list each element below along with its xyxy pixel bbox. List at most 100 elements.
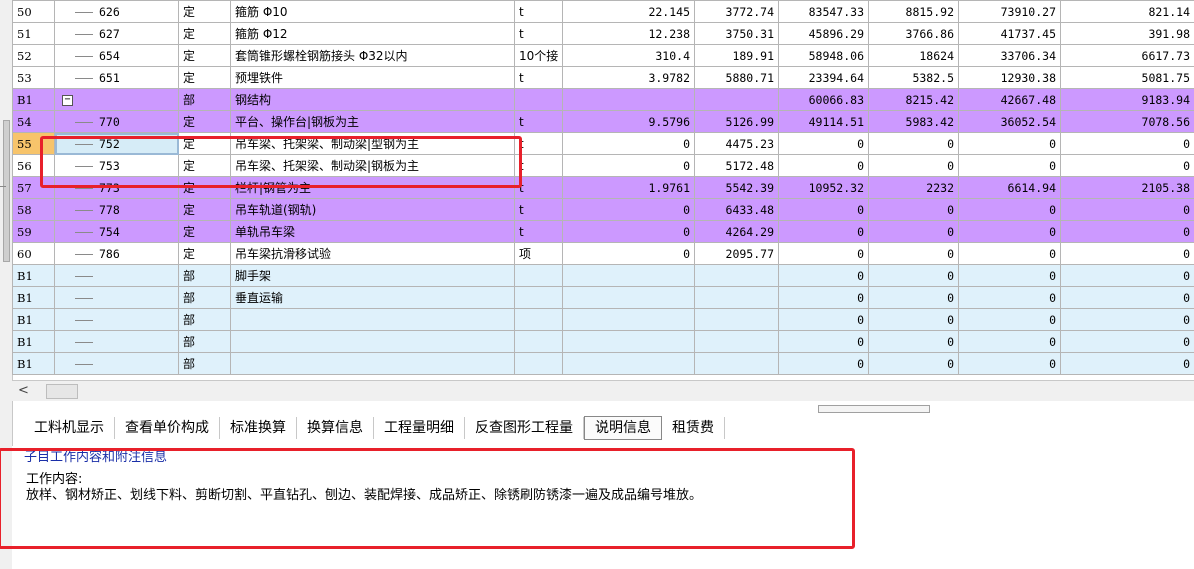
kind-cell[interactable]: 部 [178, 308, 231, 331]
unit-cell[interactable] [514, 308, 563, 331]
code-cell[interactable]: 626 [54, 0, 179, 23]
quota-grid[interactable]: 50 626 定箍筋 Φ10 t 22.145 3772.74 83547.33 8815.9… [12, 0, 1194, 380]
machine-cell[interactable]: 5081.75 [1060, 66, 1194, 89]
quantity-cell[interactable]: 310.4 [562, 44, 695, 67]
labor-cell[interactable]: 0 [868, 198, 959, 221]
row-number[interactable]: 52 [12, 44, 55, 67]
kind-cell[interactable]: 定 [178, 220, 231, 243]
row-number[interactable]: B1 [12, 352, 55, 375]
unit-cell[interactable]: t [514, 66, 563, 89]
labor-cell[interactable]: 0 [868, 242, 959, 265]
unit-price-cell[interactable]: 5880.71 [694, 66, 779, 89]
kind-cell[interactable]: 定 [178, 66, 231, 89]
quantity-cell[interactable] [562, 286, 695, 309]
total-cell[interactable]: 0 [778, 154, 869, 177]
labor-cell[interactable]: 0 [868, 154, 959, 177]
quantity-cell[interactable]: 0 [562, 198, 695, 221]
unit-price-cell[interactable] [694, 264, 779, 287]
labor-cell[interactable]: 5382.5 [868, 66, 959, 89]
total-cell[interactable]: 49114.51 [778, 110, 869, 133]
unit-price-cell[interactable]: 6433.48 [694, 198, 779, 221]
material-cell[interactable]: 0 [958, 220, 1061, 243]
material-cell[interactable]: 0 [958, 242, 1061, 265]
labor-cell[interactable]: 5983.42 [868, 110, 959, 133]
machine-cell[interactable]: 0 [1060, 286, 1194, 309]
table-row[interactable]: 51 627 定箍筋 Φ12 t 12.238 3750.31 45896.29 3766.8… [12, 22, 1194, 45]
labor-cell[interactable]: 0 [868, 264, 959, 287]
material-cell[interactable]: 0 [958, 264, 1061, 287]
code-cell[interactable]: − [54, 88, 179, 111]
row-number[interactable]: 53 [12, 66, 55, 89]
quantity-cell[interactable]: 22.145 [562, 0, 695, 23]
labor-cell[interactable]: 0 [868, 330, 959, 353]
name-cell[interactable] [230, 330, 515, 353]
machine-cell[interactable]: 2105.38 [1060, 176, 1194, 199]
code-cell[interactable] [54, 286, 179, 309]
unit-price-cell[interactable]: 4264.29 [694, 220, 779, 243]
unit-price-cell[interactable]: 5542.39 [694, 176, 779, 199]
machine-cell[interactable]: 0 [1060, 154, 1194, 177]
total-cell[interactable]: 10952.32 [778, 176, 869, 199]
machine-cell[interactable]: 7078.56 [1060, 110, 1194, 133]
unit-cell[interactable]: t [514, 220, 563, 243]
material-cell[interactable]: 0 [958, 132, 1061, 155]
code-cell[interactable] [54, 264, 179, 287]
kind-cell[interactable]: 定 [178, 22, 231, 45]
material-cell[interactable]: 0 [958, 330, 1061, 353]
quantity-cell[interactable]: 3.9782 [562, 66, 695, 89]
machine-cell[interactable]: 6617.73 [1060, 44, 1194, 67]
total-cell[interactable]: 0 [778, 198, 869, 221]
tab-2[interactable]: 标准换算 [220, 417, 297, 439]
horizontal-scrollbar[interactable]: < [12, 380, 1194, 401]
labor-cell[interactable]: 3766.86 [868, 22, 959, 45]
table-row[interactable]: 50 626 定箍筋 Φ10 t 22.145 3772.74 83547.33 8815.9… [12, 0, 1194, 23]
name-cell[interactable]: 吊车轨道(钢轨) [230, 198, 515, 221]
quantity-cell[interactable]: 1.9761 [562, 176, 695, 199]
code-cell[interactable] [54, 352, 179, 375]
labor-cell[interactable]: 0 [868, 132, 959, 155]
name-cell[interactable]: 脚手架 [230, 264, 515, 287]
unit-price-cell[interactable] [694, 88, 779, 111]
code-cell[interactable] [54, 330, 179, 353]
material-cell[interactable]: 0 [958, 154, 1061, 177]
row-number[interactable]: B1 [12, 264, 55, 287]
unit-price-cell[interactable] [694, 308, 779, 331]
code-cell[interactable]: 778 [54, 198, 179, 221]
unit-cell[interactable]: t [514, 198, 563, 221]
unit-cell[interactable]: t [514, 22, 563, 45]
total-cell[interactable]: 23394.64 [778, 66, 869, 89]
name-cell[interactable]: 吊车梁抗滑移试验 [230, 242, 515, 265]
unit-cell[interactable] [514, 286, 563, 309]
name-cell[interactable]: 套筒锥形螺栓钢筋接头 Φ32以内 [230, 44, 515, 67]
row-number[interactable]: 60 [12, 242, 55, 265]
code-cell[interactable]: 786 [54, 242, 179, 265]
table-row[interactable]: B1 部脚手架 0 0 0 0 [12, 264, 1194, 287]
name-cell[interactable]: 箍筋 Φ10 [230, 0, 515, 23]
quantity-cell[interactable] [562, 330, 695, 353]
kind-cell[interactable]: 部 [178, 330, 231, 353]
panel-splitter-handle[interactable] [818, 405, 930, 413]
unit-cell[interactable] [514, 330, 563, 353]
machine-cell[interactable]: 9183.94 [1060, 88, 1194, 111]
code-cell[interactable]: 770 [54, 110, 179, 133]
unit-cell[interactable]: t [514, 0, 563, 23]
quantity-cell[interactable]: 0 [562, 154, 695, 177]
labor-cell[interactable]: 0 [868, 286, 959, 309]
total-cell[interactable]: 45896.29 [778, 22, 869, 45]
tab-7[interactable]: 租赁费 [662, 417, 725, 439]
code-cell[interactable]: 627 [54, 22, 179, 45]
tab-1[interactable]: 查看单价构成 [115, 417, 220, 439]
table-row[interactable]: B1 部 0 0 0 0 [12, 330, 1194, 353]
machine-cell[interactable]: 0 [1060, 198, 1194, 221]
total-cell[interactable]: 60066.83 [778, 88, 869, 111]
machine-cell[interactable]: 0 [1060, 242, 1194, 265]
tab-0[interactable]: 工料机显示 [24, 417, 115, 439]
unit-cell[interactable]: 项 [514, 242, 563, 265]
quantity-cell[interactable]: 0 [562, 220, 695, 243]
quantity-cell[interactable] [562, 352, 695, 375]
row-number[interactable]: 58 [12, 198, 55, 221]
total-cell[interactable]: 83547.33 [778, 0, 869, 23]
kind-cell[interactable]: 部 [178, 88, 231, 111]
row-number[interactable]: B1 [12, 308, 55, 331]
labor-cell[interactable]: 0 [868, 220, 959, 243]
